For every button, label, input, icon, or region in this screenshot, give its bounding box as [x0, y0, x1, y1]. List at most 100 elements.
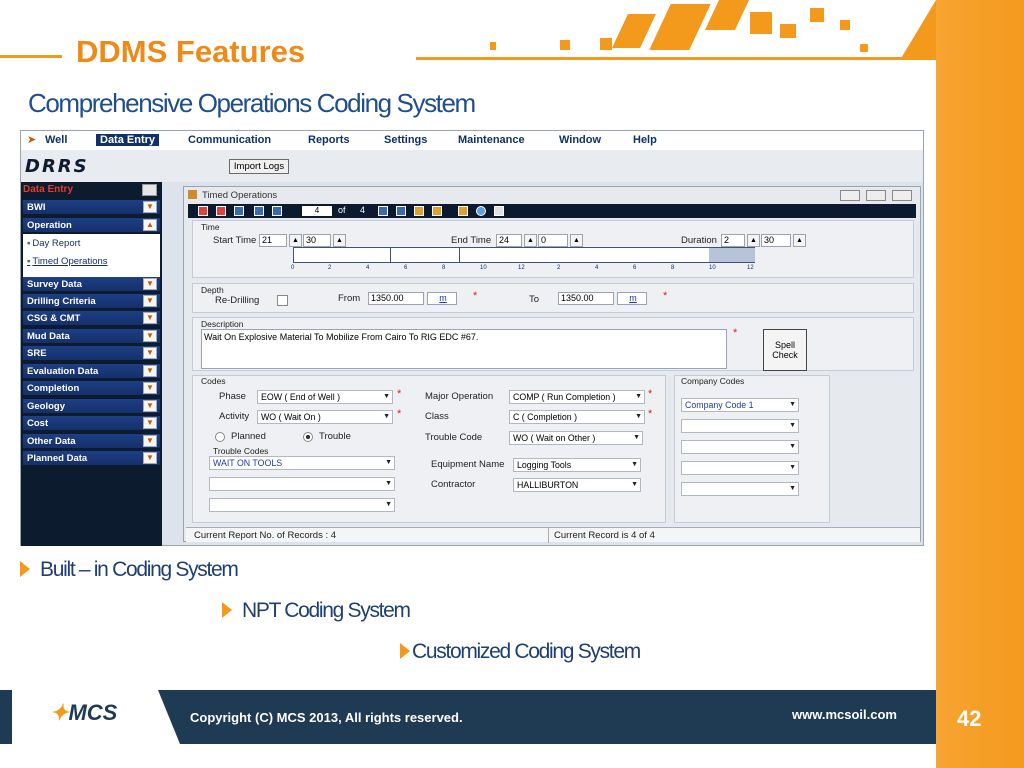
start-hour-spinner[interactable]: ▲ — [289, 234, 302, 247]
nav-item-other-data[interactable]: Other Data ▼ — [23, 434, 160, 449]
mcs-logo: ✦MCS — [50, 700, 118, 725]
nav-pin-button[interactable] — [142, 184, 157, 196]
trouble-code-select[interactable]: WO ( Wait on Other ) ▼ — [509, 431, 643, 445]
dropdown-arrow-icon: ▼ — [383, 413, 390, 420]
nav-item-evaluation-data[interactable]: Evaluation Data ▼ — [23, 364, 160, 379]
close-button[interactable] — [892, 190, 912, 201]
new-record-icon[interactable] — [198, 206, 208, 216]
from-unit-button[interactable]: m — [427, 292, 457, 305]
trouble-codes-subgroup: Trouble Codes WAIT ON TOOLS ▼ ▼ ▼ Equipme… — [207, 446, 677, 516]
nav-item-operation[interactable]: Operation ▲ — [23, 218, 160, 233]
chevron-down-icon[interactable]: ▼ — [143, 347, 157, 359]
chevron-down-icon[interactable]: ▼ — [143, 435, 157, 447]
search-icon[interactable] — [476, 206, 486, 216]
nav-item-survey-data[interactable]: Survey Data ▼ — [23, 277, 160, 292]
planned-radio[interactable] — [215, 432, 225, 442]
refresh-icon[interactable] — [432, 206, 442, 216]
nav-item-sre[interactable]: SRE ▼ — [23, 346, 160, 361]
description-textarea[interactable]: Wait On Explosive Material To Mobilize F… — [201, 329, 727, 369]
table-icon[interactable] — [458, 206, 468, 216]
timeline-selection — [709, 248, 755, 262]
end-hour-spinner[interactable]: ▲ — [524, 234, 537, 247]
chevron-down-icon[interactable]: ▼ — [143, 365, 157, 377]
duration-min-input[interactable]: 30 — [761, 234, 791, 247]
required-marker: * — [733, 327, 738, 339]
to-unit-button[interactable]: m — [617, 292, 647, 305]
chevron-down-icon[interactable]: ▼ — [143, 312, 157, 324]
chevron-down-icon[interactable]: ▼ — [143, 295, 157, 307]
end-min-spinner[interactable]: ▲ — [570, 234, 583, 247]
phase-select[interactable]: EOW ( End of Well ) ▼ — [257, 390, 393, 404]
company-code-3-select[interactable]: ▼ — [681, 440, 799, 454]
company-code-4-select[interactable]: ▼ — [681, 461, 799, 475]
equipment-name-select[interactable]: Logging Tools ▼ — [513, 458, 641, 472]
record-number-input[interactable]: 4 — [302, 206, 332, 216]
nav-item-csg-cmt[interactable]: CSG & CMT ▼ — [23, 311, 160, 326]
contractor-select[interactable]: HALLIBURTON ▼ — [513, 478, 641, 492]
maximize-button[interactable] — [866, 190, 886, 201]
from-depth-input[interactable]: 1350.00 — [368, 292, 424, 305]
menu-communication[interactable]: Communication — [188, 134, 271, 146]
first-record-icon[interactable] — [254, 206, 264, 216]
chevron-up-icon[interactable]: ▲ — [143, 219, 157, 231]
trouble-code-1-select[interactable]: WAIT ON TOOLS ▼ — [209, 456, 395, 470]
next-record-icon[interactable] — [378, 206, 388, 216]
trouble-radio[interactable] — [303, 432, 313, 442]
prev-record-icon[interactable] — [272, 206, 282, 216]
class-select[interactable]: C ( Completion ) ▼ — [509, 410, 645, 424]
timeline-bar[interactable] — [293, 247, 755, 263]
company-code-2-select[interactable]: ▼ — [681, 419, 799, 433]
start-min-spinner[interactable]: ▲ — [333, 234, 346, 247]
nav-item-cost[interactable]: Cost ▼ — [23, 416, 160, 431]
end-hour-input[interactable]: 24 — [496, 234, 522, 247]
delete-record-icon[interactable] — [216, 206, 226, 216]
spell-check-button[interactable]: Spell Check — [763, 329, 807, 371]
trouble-code-2-select[interactable]: ▼ — [209, 477, 395, 491]
required-marker: * — [663, 290, 668, 302]
company-code-1-select[interactable]: Company Code 1 ▼ — [681, 398, 799, 412]
duration-hour-spinner[interactable]: ▲ — [747, 234, 760, 247]
chevron-down-icon[interactable]: ▼ — [143, 400, 157, 412]
company-code-5-select[interactable]: ▼ — [681, 482, 799, 496]
save-icon[interactable] — [234, 206, 244, 216]
duration-hour-input[interactable]: 2 — [721, 234, 745, 247]
chevron-down-icon[interactable]: ▼ — [143, 382, 157, 394]
menu-well[interactable]: Well — [45, 134, 67, 146]
trouble-code-3-select[interactable]: ▼ — [209, 498, 395, 512]
activity-select[interactable]: WO ( Wait On ) ▼ — [257, 410, 393, 424]
to-depth-input[interactable]: 1350.00 — [558, 292, 614, 305]
menu-maintenance[interactable]: Maintenance — [458, 134, 525, 146]
start-hour-input[interactable]: 21 — [259, 234, 287, 247]
major-operation-label: Major Operation — [425, 391, 494, 402]
chevron-down-icon[interactable]: ▼ — [143, 452, 157, 464]
minimize-button[interactable] — [840, 190, 860, 201]
redrilling-checkbox[interactable] — [277, 295, 288, 306]
trouble-code-label: Trouble Code — [425, 432, 483, 443]
edit-icon[interactable] — [414, 206, 424, 216]
nav-item-completion[interactable]: Completion ▼ — [23, 381, 160, 396]
nav-item-geology[interactable]: Geology ▼ — [23, 399, 160, 414]
major-operation-select[interactable]: COMP ( Run Completion ) ▼ — [509, 390, 645, 404]
menu-reports[interactable]: Reports — [308, 134, 350, 146]
menu-data-entry[interactable]: Data Entry — [96, 134, 160, 146]
arrow-icon — [20, 561, 30, 577]
nav-item-bwi[interactable]: BWI ▼ — [23, 200, 160, 215]
start-min-input[interactable]: 30 — [303, 234, 331, 247]
last-record-icon[interactable] — [396, 206, 406, 216]
nav-item-drilling-criteria[interactable]: Drilling Criteria ▼ — [23, 294, 160, 309]
end-min-input[interactable]: 0 — [538, 234, 568, 247]
nav-item-planned-data[interactable]: Planned Data ▼ — [23, 451, 160, 466]
menu-help[interactable]: Help — [633, 134, 657, 146]
nav-sub-timed-operations[interactable]: ▪ Timed Operations — [27, 256, 108, 267]
import-logs-button[interactable]: Import Logs — [229, 159, 289, 174]
chevron-down-icon[interactable]: ▼ — [143, 278, 157, 290]
settings-icon[interactable] — [494, 206, 504, 216]
chevron-down-icon[interactable]: ▼ — [143, 417, 157, 429]
nav-sub-day-report[interactable]: ▪ Day Report — [27, 238, 80, 249]
duration-min-spinner[interactable]: ▲ — [793, 234, 806, 247]
chevron-down-icon[interactable]: ▼ — [143, 330, 157, 342]
menu-settings[interactable]: Settings — [384, 134, 427, 146]
menu-window[interactable]: Window — [559, 134, 601, 146]
chevron-down-icon[interactable]: ▼ — [143, 201, 157, 213]
nav-item-mud-data[interactable]: Mud Data ▼ — [23, 329, 160, 344]
